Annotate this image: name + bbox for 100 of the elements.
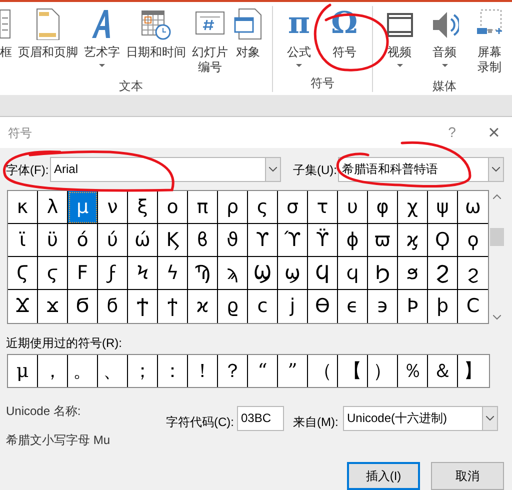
symbol-cell[interactable]: υ [338,191,368,224]
symbol-cell[interactable]: ϛ [38,257,68,290]
recent-symbol-cell[interactable]: ＆ [428,355,458,387]
symbol-cell[interactable]: ς [248,191,278,224]
symbol-cell[interactable]: Ϝ [68,257,98,290]
symbol-cell[interactable]: ϟ [158,257,188,290]
symbol-cell[interactable]: ω [458,191,488,224]
symbol-cell[interactable]: Ϧ [368,257,398,290]
symbol-cell[interactable]: ϒ [248,224,278,257]
symbol-cell[interactable]: τ [308,191,338,224]
symbol-cell[interactable]: ϥ [338,257,368,290]
recent-symbol-cell[interactable]: 【 [338,355,368,387]
button-label: 视频 [388,45,412,60]
recent-symbol-cell[interactable]: ％ [398,355,428,387]
symbol-cell[interactable]: φ [368,191,398,224]
recent-symbol-cell[interactable]: 、 [98,355,128,387]
recent-symbol-cell[interactable]: （ [308,355,338,387]
symbol-cell[interactable]: ϝ [98,257,128,290]
symbol-cell[interactable]: ϵ [338,290,368,323]
symbol-cell[interactable]: ϔ [308,224,338,257]
recent-symbol-cell[interactable]: ， [38,355,68,387]
ribbon-button[interactable]: 视频 [386,6,413,68]
symbol-cell[interactable]: ϣ [278,257,308,290]
symbol-cell[interactable]: ϙ [458,224,488,257]
symbol-cell[interactable]: ϩ [458,257,488,290]
symbol-cell[interactable]: Ϡ [188,257,218,290]
symbol-cell[interactable]: Ϭ [68,290,98,323]
scrollbar-thumb[interactable] [490,228,504,246]
symbol-cell[interactable]: ϊ [8,224,38,257]
symbol-cell[interactable]: κ [8,191,38,224]
font-dropdown[interactable]: Arial [50,157,281,182]
ribbon-button[interactable]: 艺术字 [84,6,120,68]
symbol-cell[interactable]: ϓ [278,224,308,257]
symbol-cell[interactable]: Ϣ [248,257,278,290]
ribbon-button[interactable]: 框 [0,6,12,60]
recent-symbol-cell[interactable]: ； [128,355,158,387]
subset-dropdown[interactable]: 希腊语和科普特语 [338,157,504,182]
ribbon-button[interactable]: π 公式 [287,6,311,68]
recent-symbol-cell[interactable]: μ [8,355,38,387]
symbol-cell[interactable]: Ϸ [398,290,428,323]
symbol-cell[interactable]: ό [68,224,98,257]
dialog-button[interactable]: 取消 [431,462,504,490]
recent-symbol-cell[interactable]: ？ [218,355,248,387]
close-button[interactable]: × [484,122,504,142]
symbol-cell[interactable]: Ϥ [308,257,338,290]
ribbon-button[interactable]: 音频 [430,6,459,68]
symbol-cell[interactable]: ϯ [158,290,188,323]
symbol-cell[interactable]: Ϛ [8,257,38,290]
symbol-cell[interactable]: π [188,191,218,224]
help-button[interactable]: ? [440,122,464,143]
ribbon-button[interactable]: 页眉和页脚 [18,6,78,60]
dialog-button[interactable]: 插入(I) [347,462,420,490]
symbol-cell[interactable]: ρ [218,191,248,224]
symbol-cell[interactable]: Ϗ [158,224,188,257]
symbol-cell[interactable]: ϶ [368,290,398,323]
symbol-cell[interactable]: ώ [128,224,158,257]
symbol-cell[interactable]: ϧ [398,257,428,290]
ribbon-button[interactable]: 对象 [234,6,262,60]
recent-symbol-cell[interactable]: ！ [188,355,218,387]
recent-symbol-cell[interactable]: 】 [458,355,488,387]
recent-symbol-cell[interactable]: 。 [68,355,98,387]
symbol-cell[interactable]: ϰ [188,290,218,323]
symbol-cell[interactable]: ϱ [218,290,248,323]
recent-symbol-cell[interactable]: ： [158,355,188,387]
symbol-cell[interactable]: Ϩ [428,257,458,290]
symbol-cell[interactable]: ϲ [248,290,278,323]
symbol-cell[interactable]: ψ [428,191,458,224]
recent-symbol-cell[interactable]: ） [368,355,398,387]
chevron-down-icon [486,416,494,421]
symbol-cell[interactable]: Ϟ [128,257,158,290]
symbol-cell[interactable]: μ [68,191,98,224]
source-dropdown[interactable]: Unicode(十六进制) [343,406,498,431]
symbol-cell[interactable]: ν [98,191,128,224]
symbol-cell[interactable]: ύ [98,224,128,257]
ribbon-button[interactable]: 幻灯片 编号 [192,6,228,75]
symbol-cell[interactable]: ϕ [338,224,368,257]
symbol-cell[interactable]: σ [278,191,308,224]
symbol-cell[interactable]: ο [158,191,188,224]
symbol-cell[interactable]: Ϙ [428,224,458,257]
symbol-cell[interactable]: χ [398,191,428,224]
symbol-cell[interactable]: ϋ [38,224,68,257]
character-code-field[interactable]: 03BC [237,406,284,431]
symbol-cell[interactable]: ϳ [278,290,308,323]
symbol-cell[interactable]: ξ [128,191,158,224]
ribbon-button[interactable]: 屏幕 录制 [476,6,503,75]
symbol-cell[interactable]: ϑ [218,224,248,257]
recent-symbol-cell[interactable]: “ [248,355,278,387]
symbol-cell[interactable]: Ϲ [458,290,488,323]
symbol-cell[interactable]: ϐ [188,224,218,257]
symbol-cell[interactable]: Ϫ [8,290,38,323]
symbol-cell[interactable]: ϡ [218,257,248,290]
symbol-cell[interactable]: ϭ [98,290,128,323]
recent-symbol-cell[interactable]: ” [278,355,308,387]
symbol-cell[interactable]: ϗ [398,224,428,257]
symbol-cell[interactable]: ϖ [368,224,398,257]
symbol-cell[interactable]: Ϯ [128,290,158,323]
symbol-cell[interactable]: ϫ [38,290,68,323]
symbol-cell[interactable]: ϸ [428,290,458,323]
symbol-cell[interactable]: ϴ [308,290,338,323]
ribbon-button[interactable]: 日期和时间 [126,6,186,60]
